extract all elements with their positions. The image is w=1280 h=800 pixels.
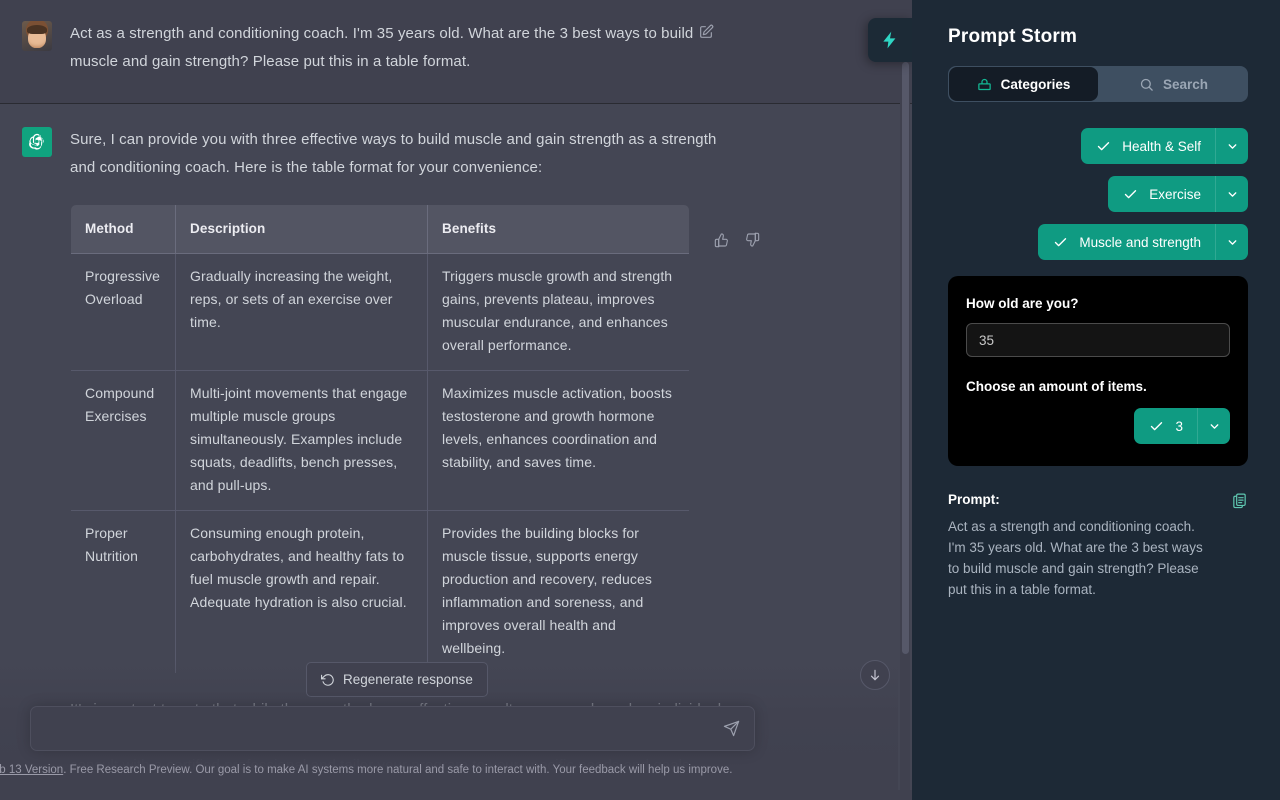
prompt-storm-launcher-button[interactable] — [868, 18, 912, 62]
table-row: Compound Exercises Multi-joint movements… — [71, 371, 690, 511]
thumbs-up-icon[interactable] — [712, 230, 732, 250]
message-actions — [696, 22, 716, 42]
items-field-label: Choose an amount of items. — [966, 379, 1230, 394]
app-root: Act as a strength and conditioning coach… — [0, 0, 1280, 800]
cell-description: Gradually increasing the weight, reps, o… — [176, 254, 428, 371]
category-pill-exercise[interactable]: Exercise — [1108, 176, 1248, 212]
prompt-variables-card: How old are you? Choose an amount of ite… — [948, 276, 1248, 466]
arrow-down-icon — [868, 668, 882, 682]
category-pill-muscle-and-strength[interactable]: Muscle and strength — [1038, 224, 1248, 260]
chat-scrollbar[interactable] — [900, 0, 910, 800]
tab-search[interactable]: Search — [1099, 66, 1248, 102]
category-label: Muscle and strength — [1079, 235, 1201, 250]
prompt-preview: Prompt: Act as a strength and conditioni… — [948, 492, 1248, 600]
footer-text: . Free Research Preview. Our goal is to … — [63, 764, 732, 776]
regenerate-response-button[interactable]: Regenerate response — [306, 662, 488, 697]
cell-benefits: Triggers muscle growth and strength gain… — [428, 254, 690, 371]
cell-method: Progressive Overload — [71, 254, 176, 371]
copy-icon[interactable] — [1231, 492, 1248, 509]
category-label: Exercise — [1149, 187, 1201, 202]
panel-title: Prompt Storm — [948, 26, 1248, 48]
assistant-intro-paragraph: Sure, I can provide you with three effec… — [70, 126, 730, 182]
prompt-preview-text: Act as a strength and conditioning coach… — [948, 516, 1206, 600]
version-link[interactable]: tGPT Feb 13 Version — [0, 764, 63, 776]
message-input[interactable] — [45, 721, 723, 737]
chat-app: Act as a strength and conditioning coach… — [0, 0, 912, 800]
chevron-down-icon[interactable] — [1215, 176, 1248, 212]
chevron-down-icon[interactable] — [1215, 224, 1248, 260]
items-amount-value: 3 — [1175, 419, 1183, 434]
table-header-description: Description — [176, 205, 428, 254]
cell-method: Proper Nutrition — [71, 511, 176, 674]
tab-categories[interactable]: Categories — [949, 67, 1098, 101]
check-icon — [1096, 139, 1111, 154]
lightning-icon — [880, 30, 900, 50]
refresh-icon — [321, 673, 335, 687]
regenerate-label: Regenerate response — [343, 672, 473, 687]
send-icon[interactable] — [723, 720, 740, 737]
user-message-text: Act as a strength and conditioning coach… — [70, 20, 730, 76]
table-row: Proper Nutrition Consuming enough protei… — [71, 511, 690, 674]
avatar — [22, 21, 52, 51]
check-icon — [1053, 235, 1068, 250]
cell-method: Compound Exercises — [71, 371, 176, 511]
prompt-preview-label: Prompt: — [948, 492, 1000, 507]
edit-icon[interactable] — [696, 22, 716, 42]
category-row: Exercise — [948, 176, 1248, 212]
folder-icon — [977, 77, 992, 92]
rating-actions — [712, 230, 762, 250]
avatar — [22, 127, 52, 157]
category-row: Health & Self — [948, 128, 1248, 164]
table-header-method: Method — [71, 205, 176, 254]
category-label: Health & Self — [1122, 139, 1201, 154]
chevron-down-icon[interactable] — [1215, 128, 1248, 164]
footer-disclaimer: tGPT Feb 13 Version. Free Research Previ… — [0, 762, 912, 779]
cell-benefits: Provides the building blocks for muscle … — [428, 511, 690, 674]
chat-scrollbar-thumb[interactable] — [902, 62, 909, 654]
items-stepper-row: 3 — [966, 408, 1230, 444]
tab-search-label: Search — [1163, 77, 1208, 92]
items-amount-dropdown[interactable]: 3 — [1134, 408, 1230, 444]
age-input[interactable] — [966, 323, 1230, 357]
thumbs-down-icon[interactable] — [742, 230, 762, 250]
panel-tabs: Categories Search — [948, 66, 1248, 102]
prompt-storm-panel: Prompt Storm Categories Search — [912, 0, 1280, 800]
check-icon — [1123, 187, 1138, 202]
table-header-benefits: Benefits — [428, 205, 690, 254]
cell-description: Consuming enough protein, carbohydrates,… — [176, 511, 428, 674]
results-table: Method Description Benefits Progressive … — [70, 204, 690, 674]
age-field-label: How old are you? — [966, 296, 1230, 311]
message-composer[interactable] — [30, 706, 755, 751]
search-icon — [1139, 77, 1154, 92]
scroll-to-bottom-button[interactable] — [860, 660, 890, 690]
user-message-block: Act as a strength and conditioning coach… — [0, 0, 912, 104]
cell-description: Multi-joint movements that engage multip… — [176, 371, 428, 511]
chevron-down-icon[interactable] — [1197, 408, 1230, 444]
category-pill-health-and-self[interactable]: Health & Self — [1081, 128, 1248, 164]
category-row: Muscle and strength — [948, 224, 1248, 260]
cell-benefits: Maximizes muscle activation, boosts test… — [428, 371, 690, 511]
table-row: Progressive Overload Gradually increasin… — [71, 254, 690, 371]
tab-categories-label: Categories — [1001, 77, 1071, 92]
table-header-row: Method Description Benefits — [71, 205, 690, 254]
check-icon — [1149, 419, 1164, 434]
